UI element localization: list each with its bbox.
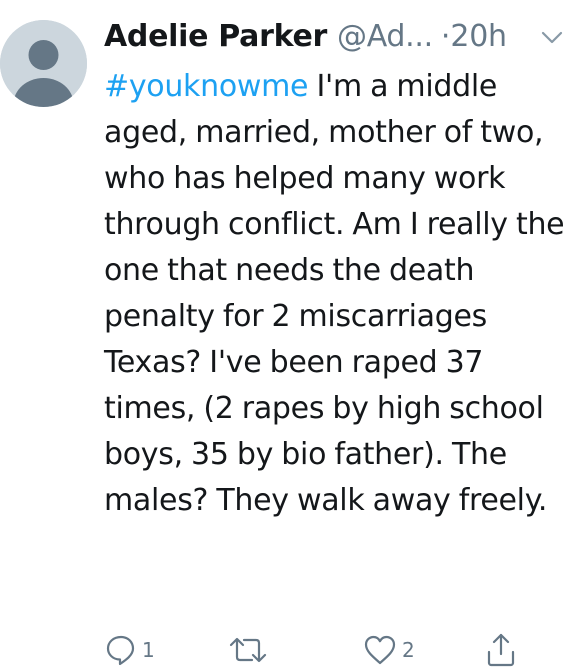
reply-icon bbox=[106, 635, 135, 666]
hashtag-link[interactable]: #youknowme bbox=[104, 69, 309, 104]
retweet-icon bbox=[229, 637, 267, 663]
default-avatar-icon bbox=[0, 20, 87, 107]
heart-icon bbox=[364, 635, 396, 665]
like-count: 2 bbox=[402, 638, 415, 662]
tweet-header: Adelie Parker @Ad... · 20h bbox=[104, 12, 574, 62]
tweet-actions: 1 2 bbox=[104, 632, 574, 668]
chevron-down-icon[interactable] bbox=[540, 30, 564, 46]
author-handle[interactable]: @Ad... bbox=[337, 12, 433, 62]
tweet-text: #youknowme I'm a middle aged, married, m… bbox=[104, 64, 574, 524]
tweet[interactable]: Adelie Parker @Ad... · 20h #youknowme I'… bbox=[0, 0, 579, 668]
retweet-button[interactable] bbox=[228, 632, 272, 668]
share-icon bbox=[487, 633, 515, 667]
tweet-timestamp[interactable]: 20h bbox=[450, 12, 507, 62]
avatar[interactable] bbox=[0, 20, 87, 107]
like-button[interactable]: 2 bbox=[362, 632, 415, 668]
author-name[interactable]: Adelie Parker bbox=[104, 12, 327, 62]
separator-dot: · bbox=[440, 19, 451, 54]
share-button[interactable] bbox=[484, 632, 518, 668]
reply-button[interactable]: 1 bbox=[104, 632, 155, 668]
reply-count: 1 bbox=[142, 638, 155, 662]
tweet-body: I'm a middle aged, married, mother of tw… bbox=[104, 69, 565, 518]
